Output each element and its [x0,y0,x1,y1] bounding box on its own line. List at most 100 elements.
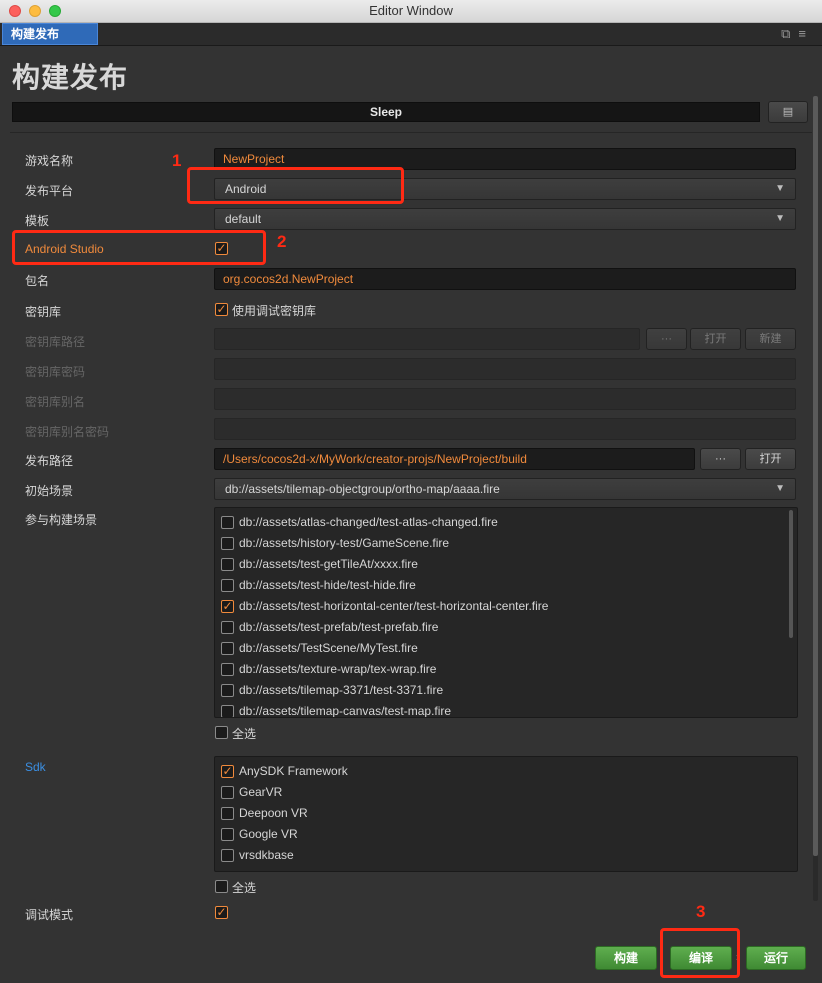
sdk-list-item-checkbox[interactable] [221,849,234,862]
sdk-list-item[interactable]: Deepoon VR [221,803,781,824]
panel-scrollbar-thumb[interactable] [813,96,818,856]
sdk-list-item-checkbox[interactable] [221,786,234,799]
scene-list-item-label: db://assets/history-test/GameScene.fire [239,536,450,550]
scene-list[interactable]: db://assets/atlas-changed/test-atlas-cha… [214,507,798,718]
sdk-list-item-checkbox[interactable] [221,807,234,820]
keystore-path-label: 密钥库路径 [25,335,86,349]
sdk-list-item-label: Deepoon VR [239,806,308,820]
sdk-list[interactable]: ✓ AnySDK Framework GearVR Deepoon VR Google … [214,756,798,872]
status-progress-bar: Sleep [12,102,760,122]
dropdown-arrow-icon: ▼ [775,183,785,194]
open-log-button[interactable]: ▤ [768,101,808,123]
scene-list-item-checkbox[interactable] [221,537,234,550]
scene-list-item[interactable]: db://assets/texture-wrap/tex-wrap.fire [221,659,781,680]
checkmark-icon: ✓ [222,764,233,778]
scene-list-item-checkbox[interactable] [221,621,234,634]
build-path-browse-button[interactable]: ··· [700,448,741,470]
scene-list-item-label: db://assets/test-hide/test-hide.fire [239,578,416,592]
page-title: 构建发布 [12,62,129,93]
start-scene-label: 初始场景 [25,484,74,498]
sdk-list-item-label: AnySDK Framework [239,764,348,778]
scene-list-item-label: db://assets/test-getTileAt/xxxx.fire [239,557,418,571]
sdk-select-all-checkbox[interactable] [215,880,228,893]
debug-keystore-label: 使用调试密钥库 [232,304,317,318]
sdk-list-item[interactable]: Google VR [221,824,781,845]
template-label: 模板 [25,214,50,228]
scene-list-item[interactable]: db://assets/test-prefab/test-prefab.fire [221,617,781,638]
sdk-list-item-label: GearVR [239,785,283,799]
sdk-label: Sdk [25,760,46,774]
build-button[interactable]: 构建 [595,946,657,970]
annotation-box-platform [187,167,404,204]
sdk-list-item-checkbox[interactable] [221,828,234,841]
keystore-new-button: 新建 [745,328,796,350]
sdk-list-item-label: vrsdkbase [239,848,294,862]
window-title: Editor Window [369,3,453,18]
scene-list-item-checkbox[interactable] [221,705,234,717]
start-scene-select[interactable]: db://assets/tilemap-objectgroup/ortho-ma… [214,478,796,500]
debug-keystore-checkbox[interactable]: ✓ [215,303,228,316]
scene-list-item[interactable]: db://assets/history-test/GameScene.fire [221,533,781,554]
window-close-button[interactable] [9,5,21,17]
checkmark-icon: ✓ [216,905,227,919]
window-minimize-button[interactable] [29,5,41,17]
scene-list-item[interactable]: db://assets/atlas-changed/test-atlas-cha… [221,512,781,533]
dropdown-arrow-icon: ▼ [775,483,785,494]
debug-mode-label: 调试模式 [25,908,74,922]
popout-icon[interactable]: ⧉ [781,26,798,41]
menu-icon[interactable]: ≡ [798,26,814,41]
dropdown-arrow-icon: ▼ [775,213,785,224]
scene-list-item-checkbox[interactable] [221,684,234,697]
start-scene-value: db://assets/tilemap-objectgroup/ortho-ma… [225,482,500,496]
checkmark-icon: ✓ [222,599,233,613]
scene-list-item-label: db://assets/tilemap-canvas/test-map.fire [239,704,452,718]
scenes-select-all-checkbox[interactable] [215,726,228,739]
debug-mode-checkbox[interactable]: ✓ [215,906,228,919]
scene-list-item[interactable]: db://assets/test-getTileAt/xxxx.fire [221,554,781,575]
scene-list-item-checkbox[interactable] [221,663,234,676]
annotation-number-3: 3 [696,902,706,921]
scene-list-item-label: db://assets/TestScene/MyTest.fire [239,641,418,655]
tab-build-publish[interactable]: 构建发布 [2,23,98,45]
sdk-list-item[interactable]: ✓ AnySDK Framework [221,761,781,782]
annotation-number-2: 2 [277,232,287,251]
build-path-input[interactable]: /Users/cocos2d-x/MyWork/creator-projs/Ne… [214,448,695,470]
template-select[interactable]: default ▼ [214,208,796,230]
scene-list-item-label: db://assets/atlas-changed/test-atlas-cha… [239,515,498,529]
sdk-list-item[interactable]: vrsdkbase [221,845,781,866]
scene-list-item[interactable]: ✓ db://assets/test-horizontal-center/test… [221,596,781,617]
scene-list-item[interactable]: db://assets/test-hide/test-hide.fire [221,575,781,596]
sdk-list-item[interactable]: GearVR [221,782,781,803]
package-label: 包名 [25,274,50,288]
build-path-open-button[interactable]: 打开 [745,448,796,470]
scene-list-item-checkbox[interactable] [221,642,234,655]
window-maximize-button[interactable] [49,5,61,17]
divider [10,132,812,133]
scene-list-scrollbar[interactable] [789,510,793,638]
annotation-number-1: 1 [172,151,182,170]
scene-list-item[interactable]: db://assets/tilemap-canvas/test-map.fire [221,701,781,718]
scene-list-item-label: db://assets/test-horizontal-center/test-… [239,599,549,613]
sdk-list-item-checkbox[interactable]: ✓ [221,765,234,778]
window-titlebar: Editor Window [0,0,822,23]
scene-list-item[interactable]: db://assets/tilemap-3371/test-3371.fire [221,680,781,701]
keystore-alias-password-label: 密钥库别名密码 [25,425,110,439]
keystore-path-input [214,328,640,350]
run-button[interactable]: 运行 [746,946,806,970]
sdk-select-all-label: 全选 [232,881,257,895]
package-input[interactable]: org.cocos2d.NewProject [214,268,796,290]
scene-list-item-checkbox[interactable]: ✓ [221,600,234,613]
scene-list-item-label: db://assets/test-prefab/test-prefab.fire [239,620,439,634]
tab-bar: 构建发布 ⧉≡ [0,23,822,46]
scene-list-item-checkbox[interactable] [221,516,234,529]
annotation-box-android-studio [12,230,266,265]
scene-list-item-checkbox[interactable] [221,579,234,592]
checkmark-icon: ✓ [216,302,227,316]
scene-list-item-checkbox[interactable] [221,558,234,571]
keystore-browse-button: ··· [646,328,687,350]
scene-list-item-label: db://assets/tilemap-3371/test-3371.fire [239,683,444,697]
keystore-open-button: 打开 [690,328,741,350]
keystore-password-input [214,358,796,380]
template-value: default [225,212,262,226]
scene-list-item[interactable]: db://assets/TestScene/MyTest.fire [221,638,781,659]
